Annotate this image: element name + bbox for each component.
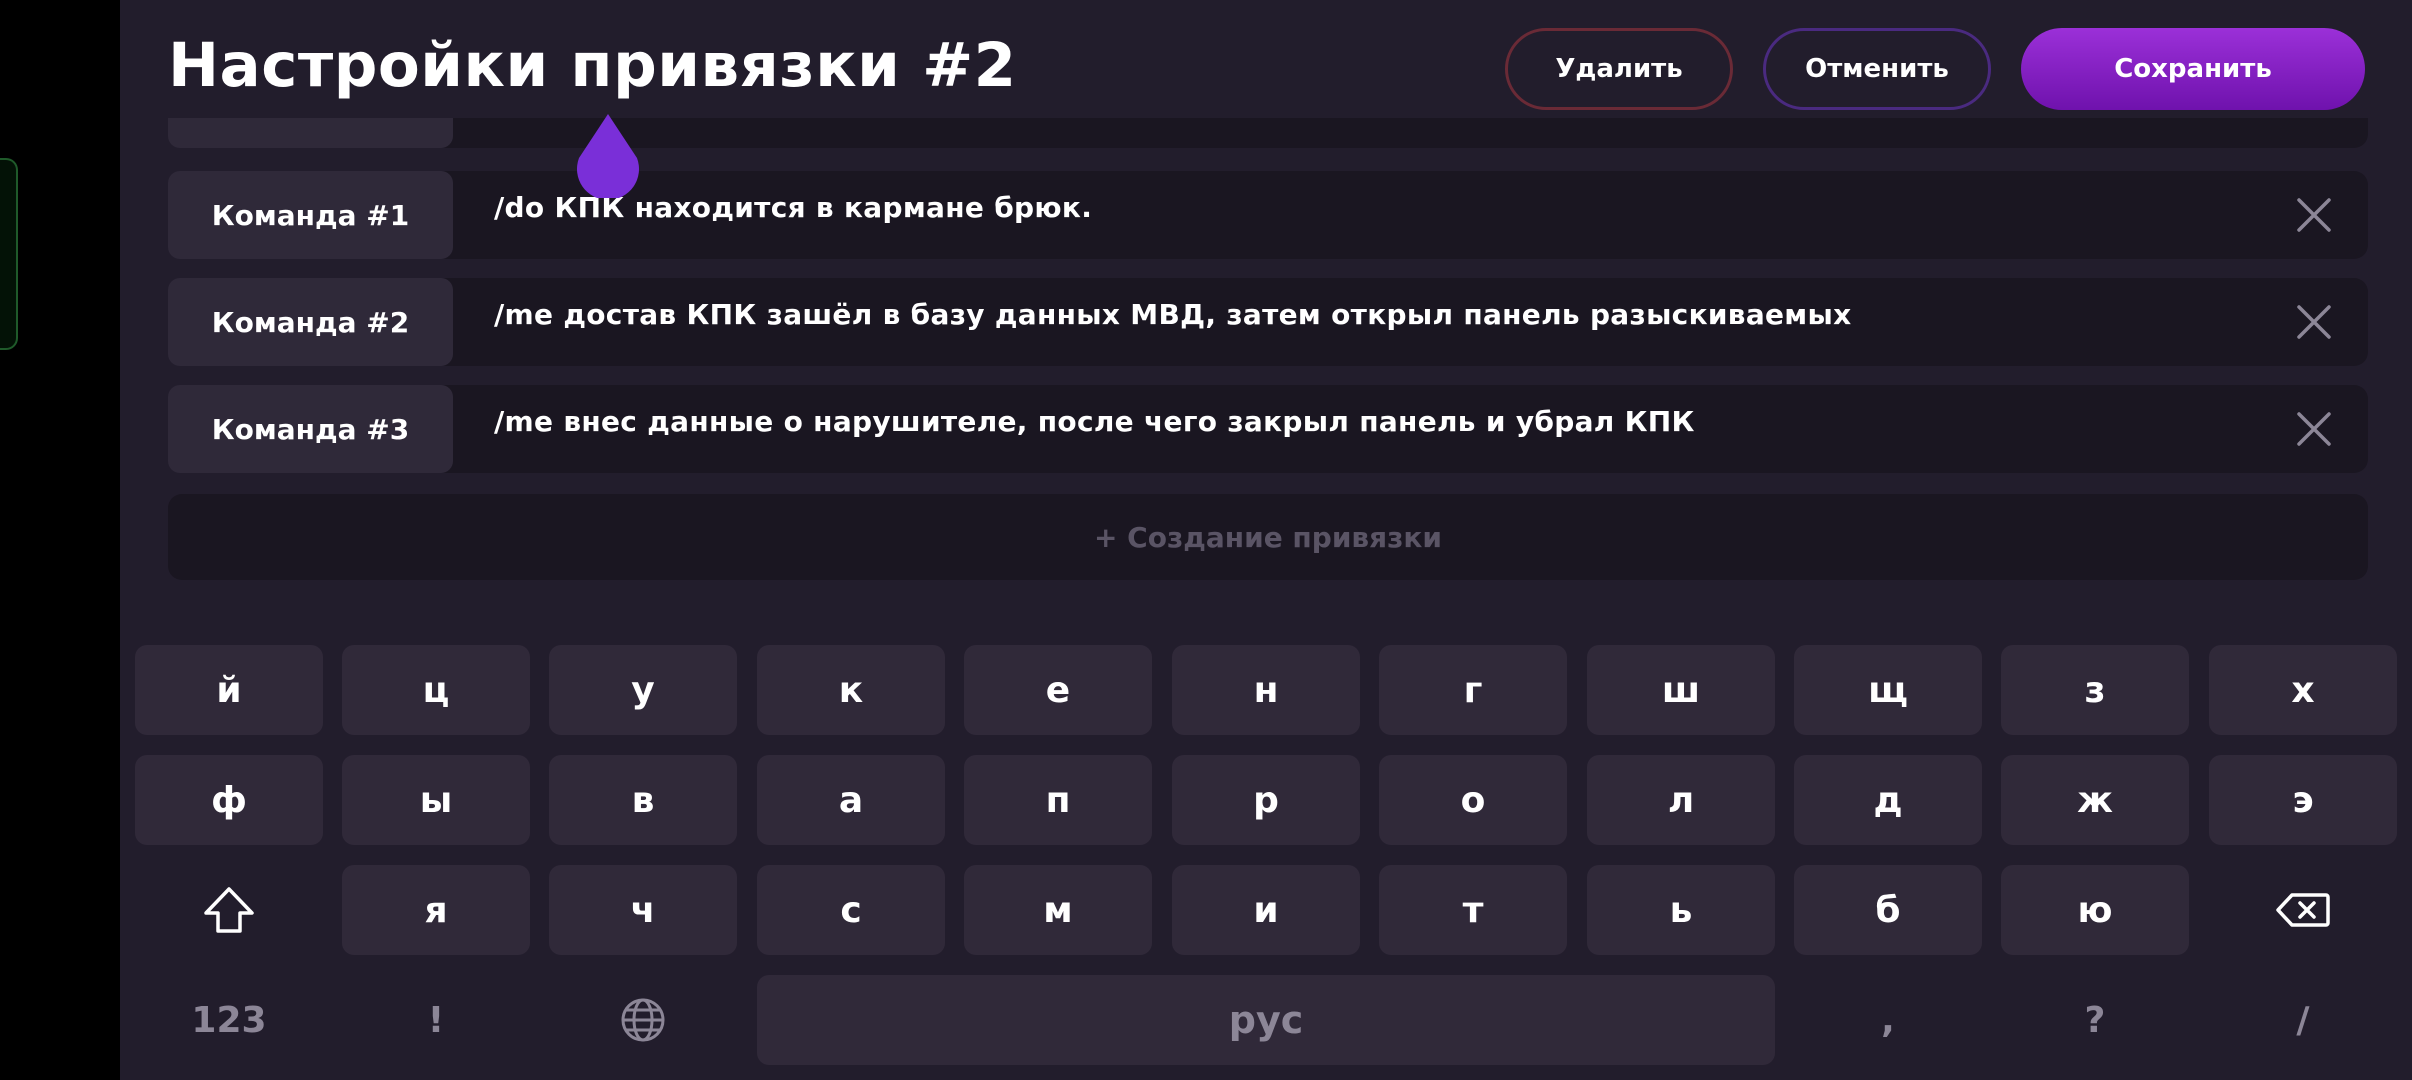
create-binding-button[interactable]: + Создание привязки: [168, 494, 2368, 580]
left-edge: [0, 0, 120, 1080]
shift-key[interactable]: [135, 865, 323, 955]
key[interactable]: щ: [1794, 645, 1982, 735]
key[interactable]: и: [1172, 865, 1360, 955]
key[interactable]: ф: [135, 755, 323, 845]
edge-indicator: [0, 158, 18, 350]
backspace-key[interactable]: [2209, 865, 2397, 955]
key[interactable]: р: [1172, 755, 1360, 845]
key[interactable]: з: [2001, 645, 2189, 735]
command-label: Команда #2: [168, 278, 453, 366]
space-key[interactable]: рус: [757, 975, 1775, 1065]
key[interactable]: х: [2209, 645, 2397, 735]
key[interactable]: т: [1379, 865, 1567, 955]
close-icon[interactable]: [2296, 197, 2332, 233]
key[interactable]: н: [1172, 645, 1360, 735]
page-title: Настройки привязки #2: [168, 30, 1017, 101]
key[interactable]: ц: [342, 645, 530, 735]
key[interactable]: л: [1587, 755, 1775, 845]
shift-icon: [204, 887, 254, 933]
command-row[interactable]: Команда #3 /me внес данные о нарушителе,…: [168, 385, 2368, 473]
key[interactable]: ж: [2001, 755, 2189, 845]
key[interactable]: ч: [549, 865, 737, 955]
key[interactable]: к: [757, 645, 945, 735]
key[interactable]: й: [135, 645, 323, 735]
scrolled-row: [168, 118, 2368, 148]
key[interactable]: ь: [1587, 865, 1775, 955]
numbers-key[interactable]: 123: [135, 975, 323, 1065]
comma-key[interactable]: ,: [1794, 975, 1982, 1065]
key[interactable]: б: [1794, 865, 1982, 955]
key[interactable]: ы: [342, 755, 530, 845]
slash-key[interactable]: /: [2209, 975, 2397, 1065]
key[interactable]: я: [342, 865, 530, 955]
key[interactable]: в: [549, 755, 737, 845]
text-cursor-handle[interactable]: [575, 112, 641, 200]
key[interactable]: м: [964, 865, 1152, 955]
backspace-icon: [2276, 893, 2330, 927]
command-row[interactable]: Команда #2 /me достав КПК зашёл в базу д…: [168, 278, 2368, 366]
command-row[interactable]: Команда #1 /do КПК находится в кармане б…: [168, 171, 2368, 259]
command-label: Команда #1: [168, 171, 453, 259]
command-text-field[interactable]: /me достав КПК зашёл в базу данных МВД, …: [494, 298, 1851, 331]
key[interactable]: ш: [1587, 645, 1775, 735]
delete-button[interactable]: Удалить: [1505, 28, 1733, 110]
key[interactable]: с: [757, 865, 945, 955]
cancel-button[interactable]: Отменить: [1763, 28, 1991, 110]
globe-icon: [621, 998, 665, 1042]
command-text-field[interactable]: /me внес данные о нарушителе, после чего…: [494, 405, 1695, 438]
save-button[interactable]: Сохранить: [2021, 28, 2365, 110]
close-icon[interactable]: [2296, 304, 2332, 340]
key[interactable]: п: [964, 755, 1152, 845]
key[interactable]: у: [549, 645, 737, 735]
command-label: Команда #3: [168, 385, 453, 473]
key[interactable]: э: [2209, 755, 2397, 845]
key[interactable]: а: [757, 755, 945, 845]
key[interactable]: д: [1794, 755, 1982, 845]
scrolled-row-label: [168, 118, 453, 148]
key[interactable]: г: [1379, 645, 1567, 735]
exclamation-key[interactable]: !: [342, 975, 530, 1065]
key[interactable]: о: [1379, 755, 1567, 845]
key[interactable]: е: [964, 645, 1152, 735]
language-key[interactable]: [549, 975, 737, 1065]
question-key[interactable]: ?: [2001, 975, 2189, 1065]
key[interactable]: ю: [2001, 865, 2189, 955]
close-icon[interactable]: [2296, 411, 2332, 447]
